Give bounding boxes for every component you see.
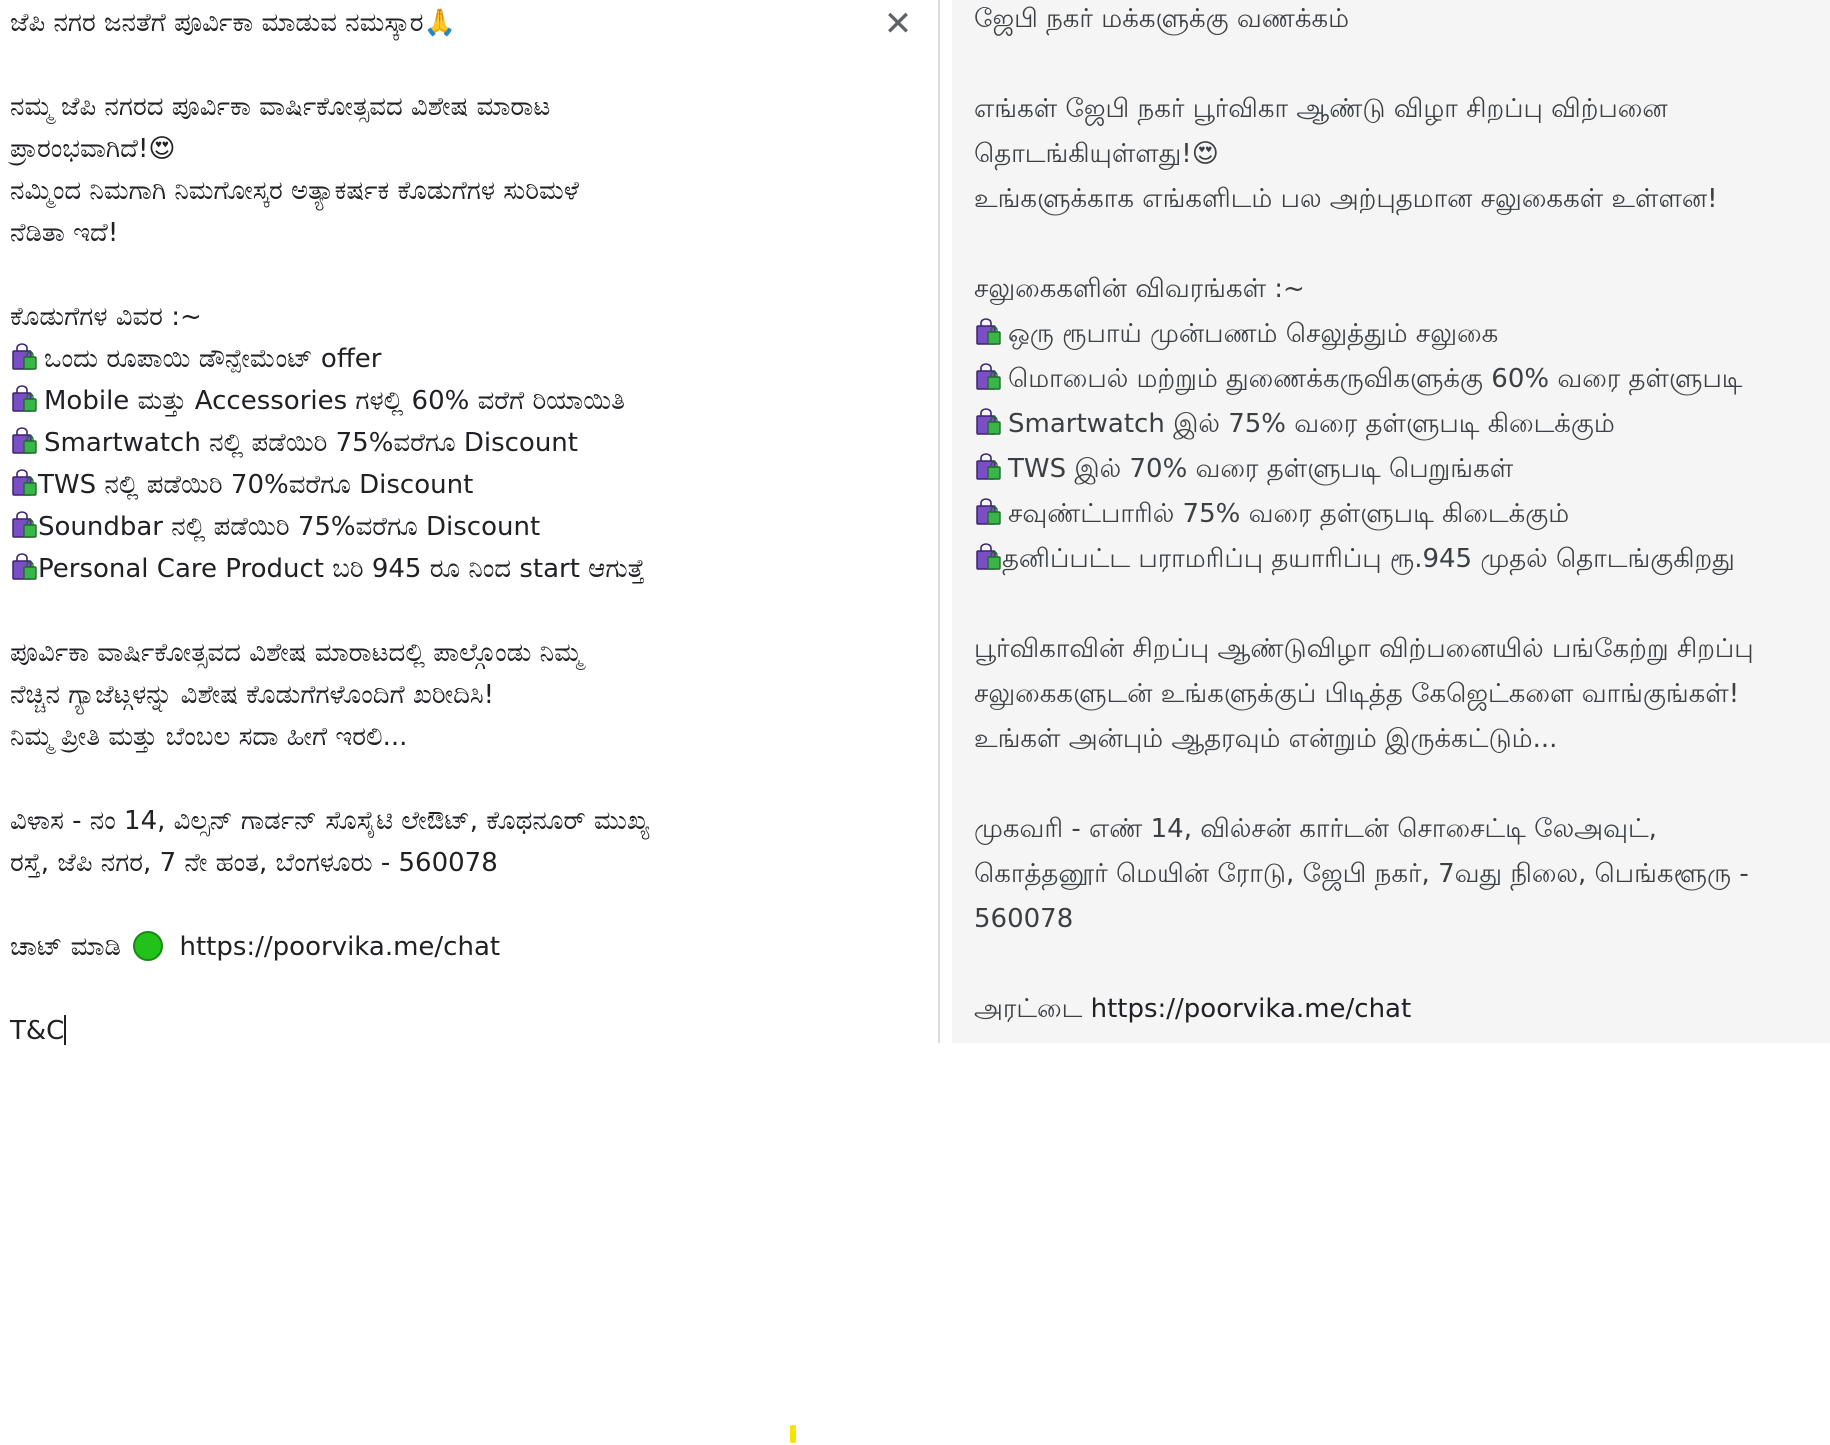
target-line: ஜேபி நகர் மக்களுக்கு வணக்கம் [974, 4, 1350, 34]
target-line: உங்களுக்காக எங்களிடம் பல அற்புதமான சலுகை… [974, 184, 1718, 214]
shopping-bag-icon [10, 385, 38, 413]
target-line: தொடங்கியுள்ளது!😍 [974, 139, 1219, 169]
source-line: ನೆಡಿತಾ ಇದೆ! [10, 218, 119, 248]
chat-link[interactable]: https://poorvika.me/chat [179, 932, 500, 962]
offer-item: ஒரு ரூபாய் முன்பணம் செலுத்தும் சலுகை [974, 312, 1824, 357]
shopping-bag-icon [10, 343, 38, 371]
shopping-bag-icon [974, 453, 1002, 481]
clear-source-button[interactable]: ✕ [878, 4, 918, 44]
source-line: ನಮ್ಮಿಂದ ನಿಮಗಾಗಿ ನಿಮಗೋಸ್ಕರ ಅತ್ಯಾಕರ್ಷಕ ಕೊಡ… [10, 176, 579, 206]
offer-item: TWS ನಲ್ಲಿ ಪಡೆಯಿರಿ 70%ವರೆಗೂ Discount [10, 464, 890, 506]
source-line: ನೆಚ್ಚಿನ ಗ್ಯಾಜೆಟ್ಗಳನ್ನು ವಿಶೇಷ ಕೊಡುಗೆಗಳೊಂದ… [10, 680, 495, 710]
offer-item: Smartwatch ನಲ್ಲಿ ಪಡೆಯಿರಿ 75%ವರೆಗೂ Discou… [10, 422, 890, 464]
target-line: உங்கள் அன்பும் ஆதரவும் என்றும் இருக்கட்ட… [974, 724, 1558, 754]
offer-item: ಒಂದು ರೂಪಾಯಿ ಡೌನ್ಪೇಮೆಂಟ್ offer [10, 338, 890, 380]
source-textarea[interactable]: ಜೆಪಿ ನಗರ ಜನತೆಗೆ ಪೂರ್ವಿಕಾ ಮಾಡುವ ನಮಸ್ಕಾರ🙏 … [10, 2, 890, 1052]
offer-text: Smartwatch இல் 75% வரை தள்ளுபடி கிடைக்கு… [1008, 409, 1615, 439]
source-line: ಜೆಪಿ ನಗರ ಜನತೆಗೆ ಪೂರ್ವಿಕಾ ಮಾಡುವ ನಮಸ್ಕಾರ🙏 [10, 8, 456, 38]
shopping-bag-icon [10, 553, 38, 581]
offer-item: Smartwatch இல் 75% வரை தள்ளுபடி கிடைக்கு… [974, 402, 1824, 447]
target-line: பூர்விகாவின் சிறப்பு ஆண்டுவிழா விற்பனையி… [974, 634, 1754, 664]
offer-item: Soundbar ನಲ್ಲಿ ಪಡೆಯಿರಿ 75%ವರೆಗೂ Discount [10, 506, 890, 548]
offer-item: Personal Care Product ಬರಿ 945 ರೂ ನಿಂದ st… [10, 548, 890, 590]
chat-label: அரட்டை [974, 994, 1083, 1024]
offer-item: மொபைல் மற்றும் துணைக்கருவிகளுக்கு 60% வர… [974, 357, 1824, 402]
target-line: கொத்தனூர் மெயின் ரோடு, ஜேபி நகர், 7வது ந… [974, 859, 1749, 889]
shopping-bag-icon [974, 543, 1002, 571]
source-line: ನಮ್ಮ ಜೆಪಿ ನಗರದ ಪೂರ್ವಿಕಾ ವಾರ್ಷಿಕೋತ್ಸವದ ವಿ… [10, 92, 551, 122]
target-line: முகவரி - எண் 14, வில்சன் கார்டன் சொசைட்ட… [974, 814, 1657, 844]
offer-text: தனிப்பட்ட பராமரிப்பு தயாரிப்பு ரூ.945 மு… [1002, 544, 1735, 574]
offer-text: TWS ನಲ್ಲಿ ಪಡೆಯಿರಿ 70%ವರೆಗೂ Discount [38, 470, 474, 500]
source-line: ವಿಳಾಸ - ನಂ 14, ವಿಲ್ಸನ್ ಗಾರ್ಡನ್ ಸೊಸೈಟಿ ಲೇ… [10, 806, 650, 836]
shopping-bag-icon [10, 469, 38, 497]
offer-item: சவுண்ட்பாரில் 75% வரை தள்ளுபடி கிடைக்கும… [974, 492, 1824, 537]
offer-item: தனிப்பட்ட பராமரிப்பு தயாரிப்பு ரூ.945 மு… [974, 537, 1824, 582]
offer-text: சவுண்ட்பாரில் 75% வரை தள்ளுபடி கிடைக்கும… [1008, 499, 1570, 529]
offer-text: ஒரு ரூபாய் முன்பணம் செலுத்தும் சலுகை [1008, 319, 1499, 349]
text-cursor [64, 1015, 67, 1045]
tc-text: T&C [10, 1016, 65, 1046]
shopping-bag-icon [974, 408, 1002, 436]
shopping-bag-icon [10, 427, 38, 455]
shopping-bag-icon [974, 498, 1002, 526]
source-line: ನಿಮ್ಮ ಪ್ರೀತಿ ಮತ್ತು ಬೆಂಬಲ ಸದಾ ಹೀಗೆ ಇರಲಿ..… [10, 722, 408, 752]
target-line: சலுகைகளுடன் உங்களுக்குப் பிடித்த கேஜெட்க… [974, 679, 1740, 709]
yellow-marker [790, 1425, 796, 1443]
offer-text: மொபைல் மற்றும் துணைக்கருவிகளுக்கு 60% வர… [1008, 364, 1743, 394]
offer-text: ಒಂದು ರೂಪಾಯಿ ಡೌನ್ಪೇಮೆಂಟ್ offer [44, 344, 382, 374]
offer-text: Soundbar ನಲ್ಲಿ ಪಡೆಯಿರಿ 75%ವರೆಗೂ Discount [38, 512, 541, 542]
source-line: ಪೂರ್ವಿಕಾ ವಾರ್ಷಿಕೋತ್ಸವದ ವಿಶೇಷ ಮಾರಾಟದಲ್ಲಿ … [10, 638, 583, 668]
target-line: எங்கள் ஜேபி நகர் பூர்விகா ஆண்டு விழா சிற… [974, 94, 1668, 124]
offer-text: TWS இல் 70% வரை தள்ளுபடி பெறுங்கள் [1008, 454, 1514, 484]
shopping-bag-icon [10, 511, 38, 539]
close-icon: ✕ [883, 4, 913, 44]
offer-text: Smartwatch ನಲ್ಲಿ ಪಡೆಯಿರಿ 75%ವರೆಗೂ Discou… [44, 428, 578, 458]
source-line: ಪ್ರಾರಂಭವಾಗಿದೆ!😍 [10, 134, 176, 164]
target-line: சலுகைகளின் விவரங்கள் :~ [974, 274, 1305, 304]
panel-divider [938, 0, 940, 1043]
offer-item: Mobile ಮತ್ತು Accessories ಗಳಲ್ಲಿ 60% ವರೆಗ… [10, 380, 890, 422]
source-line: ಕೊಡುಗೆಗಳ ವಿವರ :~ [10, 302, 202, 332]
chat-link[interactable]: https://poorvika.me/chat [1091, 994, 1412, 1024]
source-line: ರಸ್ತೆ, ಜೆಪಿ ನಗರ, 7 ನೇ ಹಂತ, ಬೆಂಗಳೂರು - 56… [10, 848, 498, 878]
chat-line: அரட்டை https://poorvika.me/chat [974, 987, 1824, 1032]
tc-line: T&C [10, 1010, 890, 1052]
shopping-bag-icon [974, 318, 1002, 346]
translation-output: ஜேபி நகர் மக்களுக்கு வணக்கம் எங்கள் ஜேபி… [974, 0, 1824, 1032]
source-text-panel[interactable]: ಜೆಪಿ ನಗರ ಜನತೆಗೆ ಪೂರ್ವಿಕಾ ಮಾಡುವ ನಮಸ್ಕಾರ🙏 … [0, 0, 938, 1046]
green-circle-icon [133, 931, 164, 961]
chat-label: ಚಾಟ್ ಮಾಡಿ [10, 932, 121, 962]
offer-item: TWS இல் 70% வரை தள்ளுபடி பெறுங்கள் [974, 447, 1824, 492]
offer-text: Personal Care Product ಬರಿ 945 ರೂ ನಿಂದ st… [38, 554, 645, 584]
shopping-bag-icon [974, 363, 1002, 391]
offer-text: Mobile ಮತ್ತು Accessories ಗಳಲ್ಲಿ 60% ವರೆಗ… [44, 386, 625, 416]
target-line: 560078 [974, 904, 1074, 934]
chat-line: ಚಾಟ್ ಮಾಡಿ https://poorvika.me/chat [10, 926, 890, 968]
translation-panel: ஜேபி நகர் மக்களுக்கு வணக்கம் எங்கள் ஜேபி… [952, 0, 1830, 1043]
